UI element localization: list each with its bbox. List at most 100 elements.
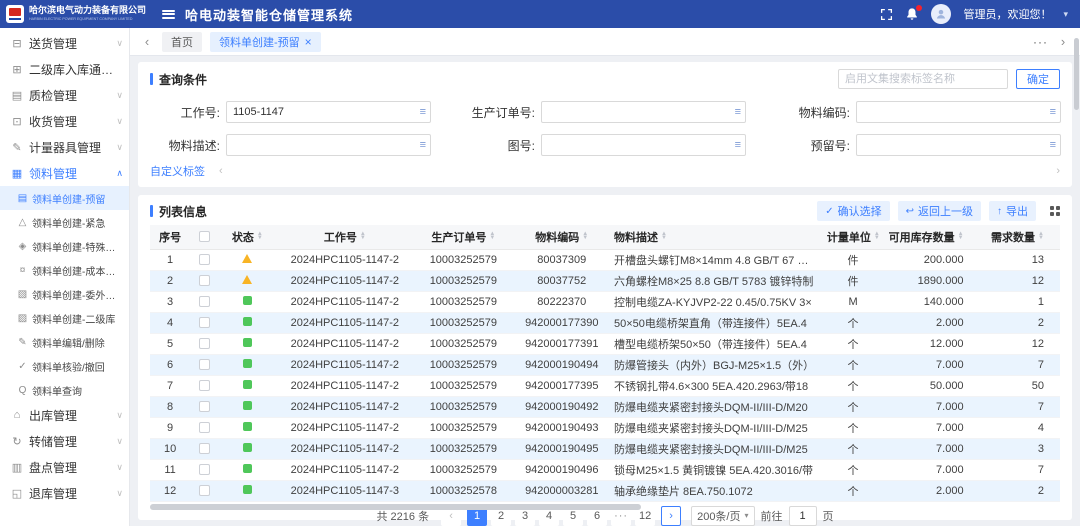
fullscreen-icon[interactable]	[880, 8, 893, 21]
row-checkbox[interactable]	[199, 443, 210, 454]
table-row[interactable]: 12024HPC1105-1147-21000325257980037309开槽…	[150, 249, 1060, 270]
tab-scroll-right-icon[interactable]: ›	[1056, 34, 1070, 49]
field-input[interactable]	[226, 134, 431, 156]
filter-icon[interactable]: ≡	[1050, 106, 1056, 118]
table-row[interactable]: 72024HPC1105-1147-2100032525799420001773…	[150, 375, 1060, 396]
page-size-select[interactable]: 200条/页▾	[691, 506, 754, 526]
table-row[interactable]: 62024HPC1105-1147-2100032525799420001904…	[150, 354, 1060, 375]
back-up-button[interactable]: ↩返回上一级	[898, 201, 981, 221]
column-settings-icon[interactable]	[1050, 206, 1060, 216]
welcome-text[interactable]: 管理员，欢迎您！	[963, 6, 1051, 22]
sidebar-item[interactable]: ⊟送货管理∨	[0, 30, 129, 56]
sidebar-subitem[interactable]: Q领料单查询	[0, 378, 129, 402]
column-header-material_code[interactable]: 物料编码▲▼	[514, 225, 610, 249]
row-checkbox[interactable]	[199, 464, 210, 475]
filter-icon[interactable]: ≡	[735, 139, 741, 151]
row-checkbox[interactable]	[199, 380, 210, 391]
table-row[interactable]: 112024HPC1105-1147-210003252579942000190…	[150, 459, 1060, 480]
sidebar-subitem[interactable]: ▧领料单创建-委外组件	[0, 282, 129, 306]
confirm-select-button[interactable]: ✓确认选择	[817, 201, 889, 221]
sidebar-item[interactable]: ✎计量器具管理∨	[0, 134, 129, 160]
notification-bell-icon[interactable]	[905, 7, 919, 21]
cell-material_desc: 六角螺栓M8×25 8.8 GB/T 5783 镀锌特制	[610, 270, 823, 291]
close-icon[interactable]: ×	[305, 36, 312, 48]
export-button[interactable]: ↑导出	[989, 201, 1036, 221]
cell-work_no: 2024HPC1105-1147-2	[277, 312, 414, 333]
tab-more-icon[interactable]: ···	[1033, 35, 1048, 49]
row-checkbox[interactable]	[199, 485, 210, 496]
sidebar-item[interactable]: ↻转储管理∨	[0, 428, 129, 454]
user-menu-caret-icon[interactable]: ▾	[1063, 9, 1068, 20]
table-row[interactable]: 92024HPC1105-1147-2100032525799420001904…	[150, 417, 1060, 438]
tab[interactable]: 领料单创建-预留×	[210, 32, 321, 52]
row-checkbox[interactable]	[199, 422, 210, 433]
sidebar-item[interactable]: ▤质检管理∨	[0, 82, 129, 108]
sort-icon[interactable]: ▲▼	[582, 233, 588, 240]
table-row[interactable]: 102024HPC1105-1147-210003252579942000190…	[150, 438, 1060, 459]
column-header-work_no[interactable]: 工作号▲▼	[277, 225, 414, 249]
tag-scroll-left-icon[interactable]: ‹	[219, 165, 223, 177]
sidebar-subitem[interactable]: ▨领料单创建-二级库	[0, 306, 129, 330]
confirm-button[interactable]: 确定	[1016, 69, 1060, 89]
sort-icon[interactable]: ▲▼	[257, 233, 263, 240]
field-input[interactable]	[856, 101, 1061, 123]
sidebar-subitem[interactable]: ¤领料单创建-成本中心	[0, 258, 129, 282]
sidebar-item[interactable]: ◱退库管理∨	[0, 480, 129, 506]
filter-icon[interactable]: ≡	[1050, 139, 1056, 151]
row-checkbox[interactable]	[199, 275, 210, 286]
table-row[interactable]: 42024HPC1105-1147-2100032525799420001773…	[150, 312, 1060, 333]
column-header-stock[interactable]: 可用库存数量▲▼	[883, 225, 977, 249]
table-row[interactable]: 32024HPC1105-1147-21000325257980222370控制…	[150, 291, 1060, 312]
sidebar-item[interactable]: ▥盘点管理∨	[0, 454, 129, 480]
sort-icon[interactable]: ▲▼	[489, 233, 495, 240]
sort-icon[interactable]: ▲▼	[1038, 233, 1044, 240]
column-header-order_no[interactable]: 生产订单号▲▼	[413, 225, 513, 249]
filter-icon[interactable]: ≡	[735, 106, 741, 118]
sidebar-item[interactable]: ⊡收货管理∨	[0, 108, 129, 134]
column-header-unit[interactable]: 计量单位▲▼	[823, 225, 883, 249]
column-header-material_desc[interactable]: 物料描述▲▼	[610, 225, 823, 249]
sidebar-item[interactable]: ⊞二级库入库通知单	[0, 56, 129, 82]
field-input[interactable]	[856, 134, 1061, 156]
sidebar-subitem[interactable]: ◈领料单创建-特殊项目	[0, 234, 129, 258]
sidebar-item[interactable]: ▦领料管理∧	[0, 160, 129, 186]
sidebar-subitem[interactable]: ▤领料单创建-预留	[0, 186, 129, 210]
filter-icon[interactable]: ≡	[420, 106, 426, 118]
sort-icon[interactable]: ▲▼	[360, 233, 366, 240]
custom-tag-link[interactable]: 自定义标签	[150, 163, 205, 179]
row-checkbox[interactable]	[199, 359, 210, 370]
field-input[interactable]	[541, 101, 746, 123]
table-row[interactable]: 52024HPC1105-1147-2100032525799420001773…	[150, 333, 1060, 354]
row-checkbox[interactable]	[199, 254, 210, 265]
sidebar-subitem[interactable]: ✓领料单核验/撤回	[0, 354, 129, 378]
row-checkbox[interactable]	[199, 296, 210, 307]
tab-scroll-left-icon[interactable]: ‹	[140, 34, 154, 49]
sidebar-collapse-icon[interactable]	[162, 10, 175, 19]
sort-icon[interactable]: ▲▼	[958, 233, 964, 240]
sort-icon[interactable]: ▲▼	[661, 233, 667, 240]
sidebar-subitem[interactable]: △领料单创建-紧急	[0, 210, 129, 234]
select-all-checkbox[interactable]	[199, 231, 210, 242]
field-input[interactable]	[226, 101, 431, 123]
sidebar-item[interactable]: ⌂出库管理∨	[0, 402, 129, 428]
tag-name-input[interactable]	[838, 69, 1008, 89]
row-checkbox[interactable]	[199, 338, 210, 349]
scrollbar-thumb[interactable]	[150, 504, 641, 510]
sort-icon[interactable]: ▲▼	[874, 233, 880, 240]
column-header-status[interactable]: 状态▲▼	[218, 225, 276, 249]
field-input[interactable]	[541, 134, 746, 156]
sidebar-subitem[interactable]: ✎领料单编辑/删除	[0, 330, 129, 354]
goto-page-input[interactable]	[789, 506, 817, 526]
table-row[interactable]: 22024HPC1105-1147-21000325257980037752六角…	[150, 270, 1060, 291]
tag-scroll-right-icon[interactable]: ›	[1056, 165, 1060, 177]
row-checkbox[interactable]	[199, 401, 210, 412]
row-checkbox[interactable]	[199, 317, 210, 328]
filter-icon[interactable]: ≡	[420, 139, 426, 151]
next-page-button[interactable]: ›	[661, 506, 681, 526]
table-row[interactable]: 82024HPC1105-1147-2100032525799420001904…	[150, 396, 1060, 417]
column-header-demand[interactable]: 需求数量▲▼	[978, 225, 1060, 249]
tab[interactable]: 首页	[162, 32, 202, 52]
table-row[interactable]: 122024HPC1105-1147-310003252578942000003…	[150, 480, 1060, 501]
user-avatar[interactable]	[931, 4, 951, 24]
page-scrollbar[interactable]	[1074, 38, 1079, 110]
